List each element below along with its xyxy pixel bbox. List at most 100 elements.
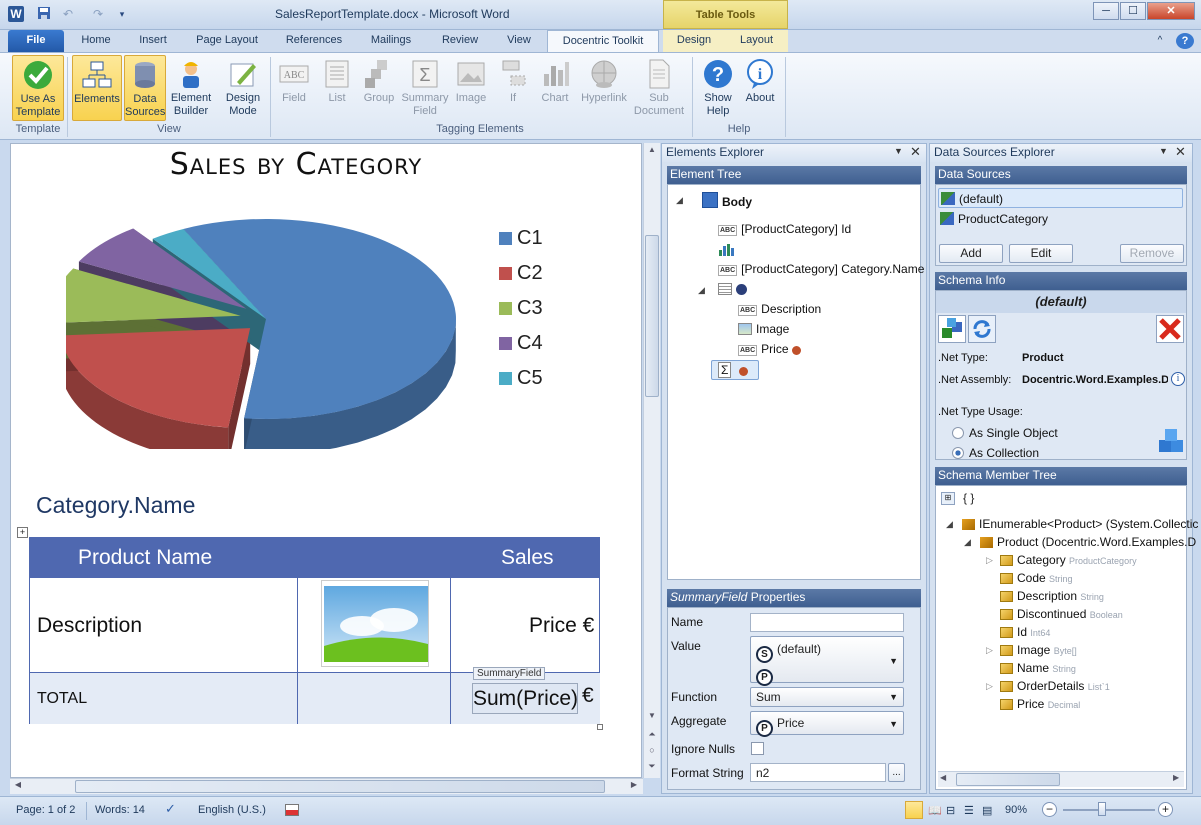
sum-price-field[interactable]: Sum(Price) <box>472 683 578 714</box>
next-page-icon[interactable]: ⏷ <box>646 761 658 775</box>
save-icon[interactable] <box>36 6 52 22</box>
tree-node-chart[interactable] <box>718 242 734 259</box>
value-select[interactable]: S (default) P ▼ <box>750 636 904 686</box>
scroll-up-icon[interactable]: ▲ <box>646 145 658 159</box>
zoom-level[interactable]: 90% <box>1005 804 1027 816</box>
elements-button[interactable]: Elements <box>72 55 122 121</box>
member-category[interactable]: Category ProductCategory <box>1000 553 1137 567</box>
browse-object-icon[interactable]: ○ <box>646 745 658 759</box>
data-source-productcategory[interactable]: ProductCategory <box>940 212 1048 226</box>
if-button[interactable]: If <box>494 55 532 121</box>
zoom-slider-track[interactable] <box>1063 809 1155 811</box>
expand-arrow-icon[interactable]: ▷ <box>986 555 993 566</box>
as-single-object-radio[interactable] <box>952 427 964 439</box>
expand-arrow-icon[interactable]: ▷ <box>986 645 993 656</box>
tab-references[interactable]: References <box>276 30 352 52</box>
horizontal-scroll-thumb[interactable] <box>75 780 605 793</box>
scroll-right-icon[interactable]: ▶ <box>1173 773 1179 782</box>
panel-dropdown-icon[interactable]: ▼ <box>894 146 903 156</box>
collapse-arrow-icon[interactable]: ◢ <box>964 537 971 548</box>
maximize-button[interactable]: ☐ <box>1120 2 1146 20</box>
collapse-ribbon-icon[interactable]: ^ <box>1152 30 1168 52</box>
full-screen-reading-icon[interactable]: 📖 <box>928 804 942 817</box>
data-sources-button[interactable]: Data Sources <box>124 55 166 121</box>
member-image[interactable]: Image Byte[] <box>1000 643 1077 657</box>
tab-page-layout[interactable]: Page Layout <box>186 30 268 52</box>
list-button[interactable]: List <box>318 55 356 121</box>
collapse-arrow-icon[interactable]: ◢ <box>698 285 705 296</box>
delete-schema-button[interactable] <box>1156 315 1184 343</box>
product-image-placeholder[interactable] <box>321 580 429 667</box>
undo-icon[interactable]: ↶ <box>60 6 76 22</box>
member-tree-scroll-thumb[interactable] <box>956 773 1060 786</box>
name-input[interactable] <box>750 613 904 632</box>
braces-icon[interactable]: { } <box>963 491 974 505</box>
tree-node-category-name[interactable]: ABC [ProductCategory] Category.Name <box>718 262 924 276</box>
description-field[interactable]: Description <box>37 614 142 638</box>
schema-member-tree[interactable]: ⊞ { } ◢ IEnumerable<Product> (System.Col… <box>935 485 1198 790</box>
design-mode-button[interactable]: Design Mode <box>220 55 266 121</box>
about-button[interactable]: i About <box>740 55 780 121</box>
proofing-icon[interactable]: ✓ <box>165 801 176 817</box>
add-button[interactable]: Add <box>939 244 1003 263</box>
remove-button[interactable]: Remove <box>1120 244 1184 263</box>
table-resize-handle[interactable] <box>597 724 603 730</box>
schema-data-source-button[interactable] <box>938 315 966 343</box>
format-string-ellipsis-button[interactable]: ... <box>888 763 905 782</box>
tab-view[interactable]: View <box>498 30 540 52</box>
language-indicator[interactable]: English (U.S.) <box>198 804 266 816</box>
close-button[interactable]: ✕ <box>1147 2 1195 20</box>
panel-close-icon[interactable]: ✕ <box>1175 144 1186 160</box>
edit-button[interactable]: Edit <box>1009 244 1073 263</box>
use-as-template-button[interactable]: Use As Template <box>12 55 64 121</box>
ignore-nulls-checkbox[interactable] <box>751 742 764 755</box>
member-code[interactable]: Code String <box>1000 571 1073 585</box>
scroll-right-icon[interactable]: ▶ <box>628 780 640 793</box>
zoom-out-icon[interactable]: − <box>1042 802 1057 817</box>
tree-node-id[interactable]: ABC [ProductCategory] Id <box>718 222 851 236</box>
minimize-button[interactable]: ─ <box>1093 2 1119 20</box>
tree-node-summary-field-selected[interactable]: Σ <box>711 360 759 380</box>
tab-file[interactable]: File <box>8 30 64 52</box>
category-name-field[interactable]: Category.Name <box>36 492 195 519</box>
table-move-handle-icon[interactable]: + <box>17 527 28 538</box>
summary-field-button[interactable]: Σ Summary Field <box>400 55 450 121</box>
word-app-icon[interactable]: W <box>8 6 24 22</box>
aggregate-select[interactable]: P Price ▼ <box>750 711 904 737</box>
zoom-in-icon[interactable]: + <box>1158 802 1173 817</box>
outline-view-icon[interactable]: ☰ <box>964 804 974 817</box>
draft-view-icon[interactable]: ▤ <box>982 804 992 817</box>
as-collection-radio[interactable] <box>952 447 964 459</box>
panel-dropdown-icon[interactable]: ▼ <box>1159 146 1168 156</box>
zoom-slider-thumb[interactable] <box>1098 802 1106 816</box>
tree-node-description[interactable]: ABC Description <box>738 302 821 316</box>
scroll-left-icon[interactable]: ◀ <box>940 773 946 782</box>
tab-insert[interactable]: Insert <box>128 30 178 52</box>
vertical-scroll-thumb[interactable] <box>645 235 659 397</box>
data-source-default[interactable]: (default) <box>938 188 1183 208</box>
expand-all-icon[interactable]: ⊞ <box>941 492 955 505</box>
tab-home[interactable]: Home <box>72 30 120 52</box>
redo-icon[interactable]: ↷ <box>90 6 106 22</box>
tree-node-product[interactable]: Product (Docentric.Word.Examples.D <box>980 535 1196 549</box>
word-count[interactable]: Words: 14 <box>95 804 145 816</box>
price-field[interactable]: Price € <box>529 614 594 638</box>
tab-review[interactable]: Review <box>430 30 490 52</box>
tab-design[interactable]: Design <box>663 30 725 52</box>
document-vertical-scrollbar[interactable]: ▲ ▼ ⏶ ○ ⏷ <box>643 143 660 778</box>
print-layout-view-icon[interactable] <box>905 801 923 819</box>
member-orderdetails[interactable]: OrderDetails List`1 <box>1000 679 1110 693</box>
member-tree-horizontal-scrollbar[interactable]: ◀ ▶ <box>938 771 1184 787</box>
member-name[interactable]: Name String <box>1000 661 1076 675</box>
scroll-down-icon[interactable]: ▼ <box>646 711 658 725</box>
format-string-input[interactable]: n2 <box>750 763 886 782</box>
summary-field-tag[interactable]: SummaryField <box>473 667 546 680</box>
tab-mailings[interactable]: Mailings <box>360 30 422 52</box>
chart-button[interactable]: Chart <box>536 55 574 121</box>
element-builder-button[interactable]: Element Builder <box>168 55 214 121</box>
hyperlink-button[interactable]: Hyperlink <box>578 55 630 121</box>
field-button[interactable]: ABC Field <box>274 55 314 121</box>
tree-node-price[interactable]: ABC Price <box>738 342 805 356</box>
refresh-schema-button[interactable] <box>968 315 996 343</box>
image-button[interactable]: Image <box>452 55 490 121</box>
